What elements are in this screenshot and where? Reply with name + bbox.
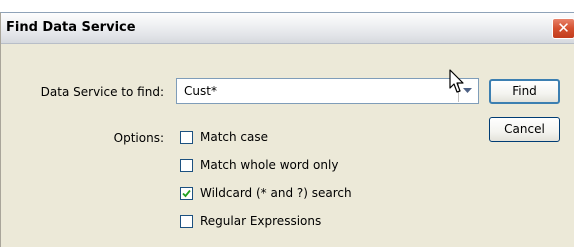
regular-expressions-label: Regular Expressions bbox=[200, 214, 322, 228]
find-button[interactable]: Find bbox=[489, 79, 560, 104]
title-bar: Find Data Service ✕ bbox=[1, 13, 574, 44]
mouse-pointer-icon bbox=[449, 69, 464, 93]
close-x-icon: ✕ bbox=[557, 19, 570, 37]
match-whole-word-checkbox[interactable] bbox=[180, 159, 193, 172]
match-case-checkbox[interactable] bbox=[180, 131, 193, 144]
data-service-combobox[interactable]: Cust* bbox=[176, 78, 479, 104]
regular-expressions-checkbox[interactable] bbox=[180, 215, 193, 228]
options-label: Options: bbox=[113, 131, 164, 145]
match-whole-word-label: Match whole word only bbox=[200, 158, 339, 172]
wildcard-search-label: Wildcard (* and ?) search bbox=[200, 186, 352, 200]
match-case-label: Match case bbox=[200, 130, 269, 144]
checkmark-icon bbox=[182, 189, 191, 198]
cancel-button[interactable]: Cancel bbox=[489, 117, 560, 142]
data-service-input[interactable]: Cust* bbox=[184, 84, 217, 98]
dialog-title: Find Data Service bbox=[6, 20, 136, 35]
wildcard-search-checkbox[interactable] bbox=[180, 187, 193, 200]
find-data-service-dialog: Find Data Service ✕ Data Service to find… bbox=[0, 12, 574, 247]
find-label: Data Service to find: bbox=[40, 85, 164, 99]
close-button[interactable]: ✕ bbox=[552, 18, 574, 39]
